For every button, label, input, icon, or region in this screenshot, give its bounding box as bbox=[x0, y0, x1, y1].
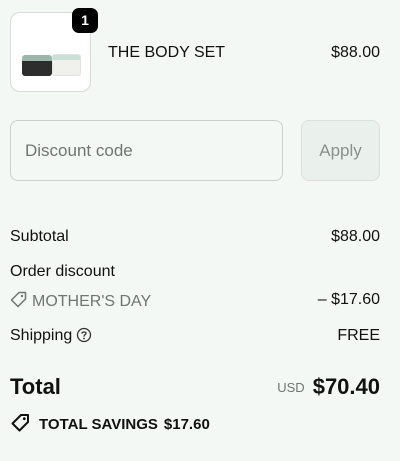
subtotal-label: Subtotal bbox=[10, 228, 69, 245]
order-discount-row: Order discount bbox=[10, 263, 380, 281]
savings-tag-icon bbox=[10, 413, 30, 437]
total-amount: $70.40 bbox=[312, 374, 380, 399]
discount-code-row: MOTHER'S DAY – $17.60 bbox=[10, 291, 380, 313]
discount-code-label: MOTHER'S DAY bbox=[32, 293, 152, 310]
discount-code-input[interactable] bbox=[10, 120, 283, 181]
shipping-value: FREE bbox=[337, 327, 380, 344]
total-label: Total bbox=[10, 374, 61, 399]
apply-discount-button[interactable]: Apply bbox=[301, 120, 380, 181]
subtotal-row: Subtotal $88.00 bbox=[10, 228, 380, 246]
light-jar-image bbox=[52, 54, 81, 76]
subtotal-value: $88.00 bbox=[331, 228, 380, 245]
tag-icon bbox=[10, 291, 27, 313]
savings-label: TOTAL SAVINGS bbox=[39, 416, 158, 433]
product-name: THE BODY SET bbox=[108, 44, 226, 61]
shipping-label: Shipping bbox=[10, 327, 73, 344]
applied-discount: MOTHER'S DAY bbox=[10, 291, 152, 313]
total-savings: TOTAL SAVINGS $17.60 bbox=[10, 413, 210, 437]
shipping-row: Shipping FREE bbox=[10, 327, 380, 348]
total-value: USD $70.40 bbox=[277, 374, 380, 400]
line-item: 1 THE BODY SET $88.00 bbox=[10, 8, 380, 92]
help-circle-icon[interactable] bbox=[76, 327, 92, 348]
currency-code: USD bbox=[277, 380, 305, 395]
product-thumbnail: 1 bbox=[10, 8, 98, 92]
discount-amount: – $17.60 bbox=[317, 291, 380, 308]
product-price: $88.00 bbox=[331, 44, 380, 61]
dark-jar-image bbox=[22, 55, 52, 76]
order-discount-label: Order discount bbox=[10, 263, 115, 280]
quantity-badge: 1 bbox=[72, 8, 98, 33]
savings-amount: $17.60 bbox=[163, 416, 210, 433]
